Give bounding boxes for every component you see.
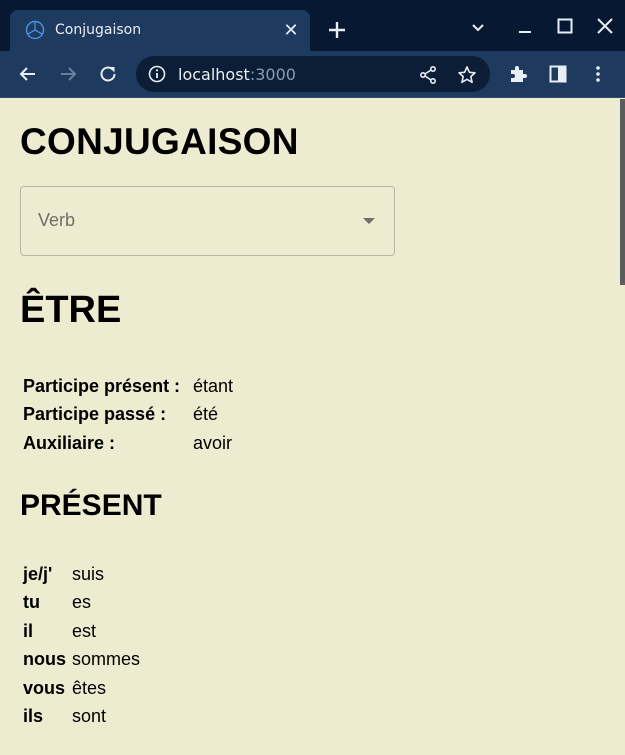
verb-form: suis (72, 563, 105, 584)
info-row: Participe passé : été (23, 401, 233, 430)
info-label: Auxiliaire : (23, 432, 116, 453)
verb-form: êtes (72, 677, 107, 698)
browser-tab[interactable]: Conjugaison ✕ (10, 10, 310, 51)
side-panel-icon[interactable] (547, 63, 569, 85)
new-tab-icon[interactable] (326, 19, 348, 41)
back-icon[interactable] (17, 63, 39, 85)
verb-form: sommes (72, 649, 141, 670)
verb-info-table: Participe présent : étant Participe pass… (23, 372, 233, 458)
conjugation-table: je/j' suis tu es il est nous sommes vous… (23, 560, 140, 731)
tab-list-icon[interactable] (467, 16, 489, 38)
conjugation-row: tu es (23, 589, 140, 618)
conjugation-row: nous sommes (23, 646, 140, 675)
pronoun: ils (23, 706, 44, 727)
pronoun: nous (23, 649, 66, 670)
page-title: CONJUGAISON (20, 121, 299, 162)
pronoun: il (23, 620, 34, 641)
close-window-icon[interactable] (594, 16, 616, 38)
address-url: localhost:3000 (178, 65, 296, 84)
address-bar[interactable]: localhost:3000 (136, 56, 490, 92)
info-label: Participe présent : (23, 375, 181, 396)
extensions-icon[interactable] (507, 63, 529, 85)
pronoun: vous (23, 677, 66, 698)
browser-favicon (25, 20, 45, 40)
verb-select-placeholder: Verb (38, 210, 76, 230)
browser-toolbar: localhost:3000 (0, 51, 625, 98)
conjugation-row: il est (23, 617, 140, 646)
info-row: Participe présent : étant (23, 372, 233, 401)
minimize-icon[interactable] (514, 16, 536, 38)
reload-icon[interactable] (97, 63, 119, 85)
tab-title: Conjugaison (55, 22, 142, 38)
verb-form: est (72, 620, 97, 641)
pronoun: tu (23, 592, 40, 613)
info-value: avoir (193, 432, 233, 453)
verb-select[interactable]: Verb (20, 186, 395, 256)
tab-close-icon[interactable]: ✕ (282, 21, 300, 39)
tense-heading: PRÉSENT (20, 489, 162, 522)
site-info-icon[interactable] (148, 65, 166, 83)
info-value: été (193, 404, 219, 425)
info-label: Participe passé : (23, 404, 167, 425)
conjugation-row: vous êtes (23, 674, 140, 703)
verb-form: sont (72, 706, 107, 727)
verb-form: es (72, 592, 92, 613)
url-host: localhost (178, 65, 250, 84)
url-port: :3000 (249, 65, 296, 84)
share-icon[interactable] (418, 65, 438, 85)
conjugation-row: je/j' suis (23, 560, 140, 589)
info-row: Auxiliaire : avoir (23, 429, 233, 458)
maximize-icon[interactable] (554, 16, 576, 38)
menu-kebab-icon[interactable] (587, 63, 609, 85)
page-content: CONJUGAISON Verb ÊTRE Participe présent … (0, 99, 620, 755)
forward-icon[interactable] (57, 63, 79, 85)
pronoun: je/j' (23, 563, 53, 584)
conjugation-row: ils sont (23, 703, 140, 732)
page-scrollbar[interactable] (620, 99, 625, 285)
verb-heading: ÊTRE (20, 289, 122, 331)
info-value: étant (193, 375, 234, 396)
bookmark-star-icon[interactable] (457, 65, 477, 85)
dropdown-arrow-icon[interactable] (363, 218, 375, 224)
browser-tab-bar: Conjugaison ✕ (0, 0, 625, 51)
